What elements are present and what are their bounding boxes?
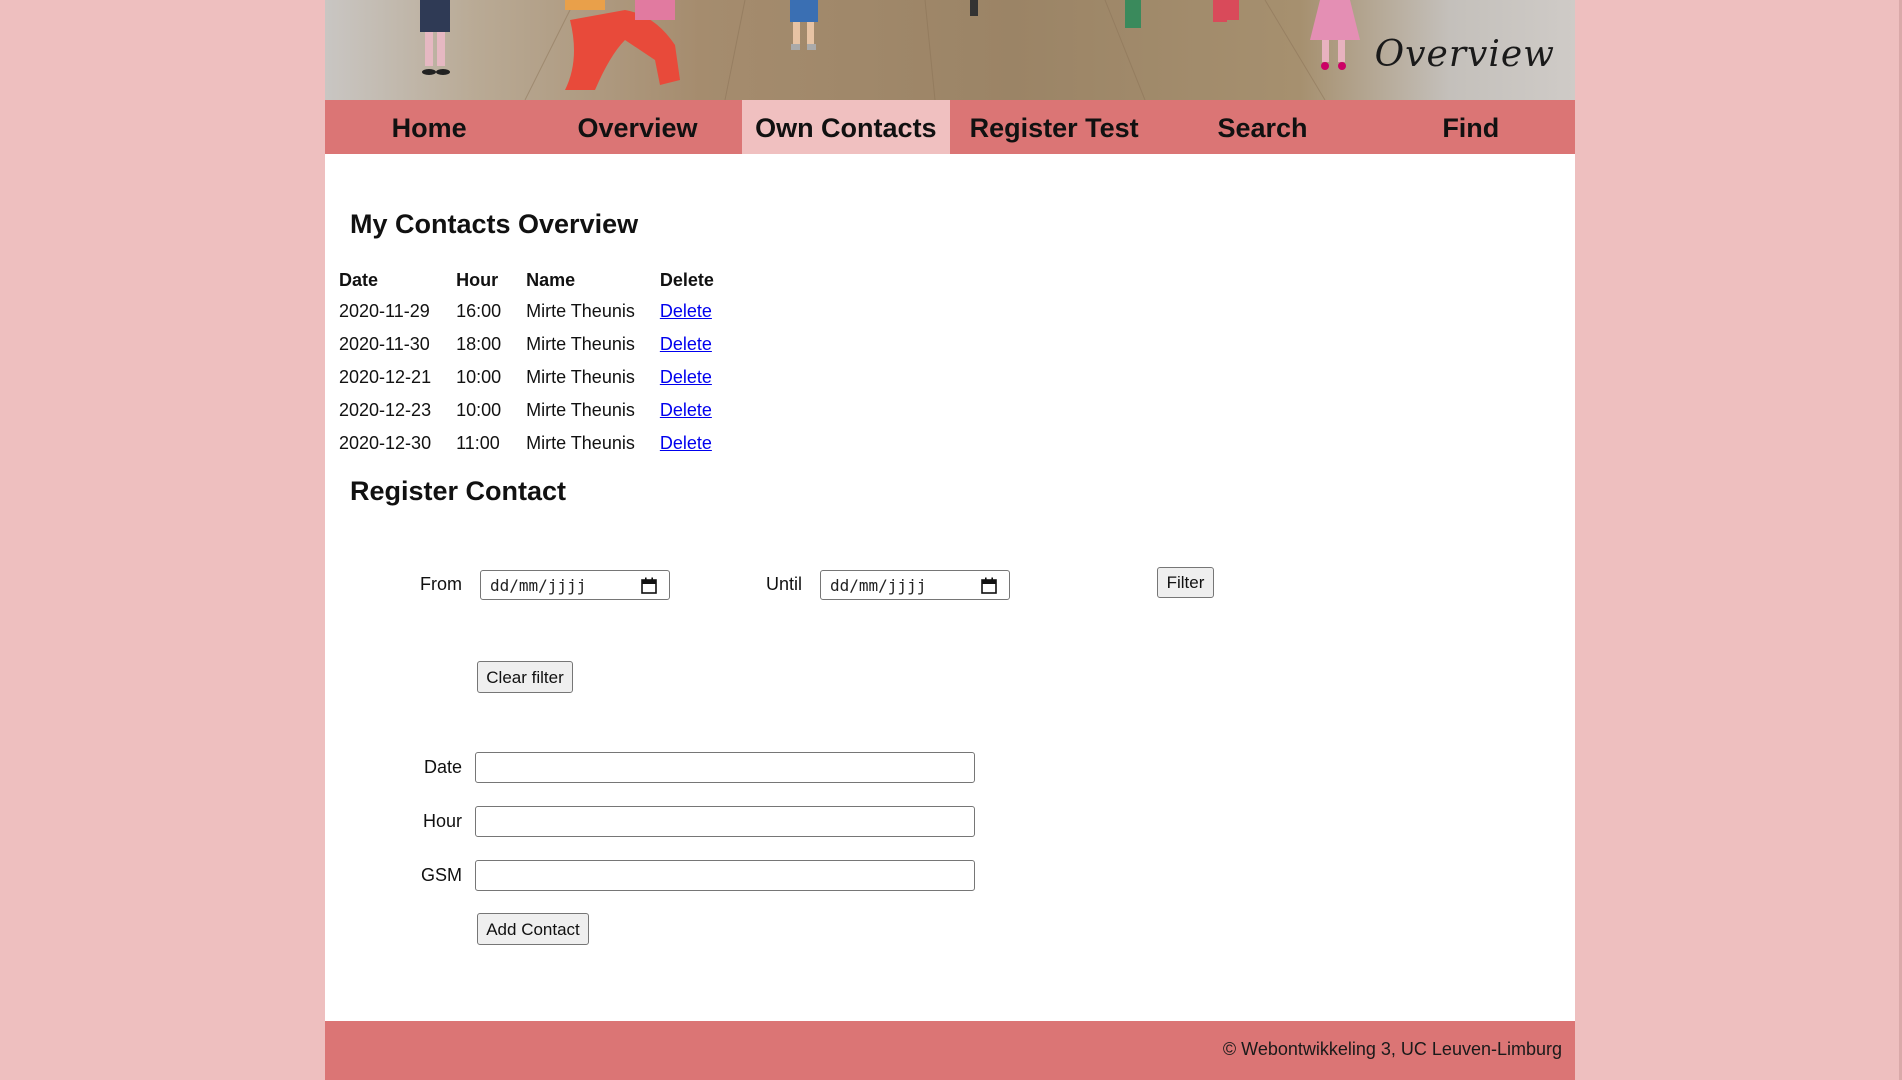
cell-date: 2020-12-21 [339,367,432,387]
table-row: 2020-12-21 10:00 Mirte Theunis Delete [339,361,714,394]
delete-link[interactable]: Delete [660,367,712,387]
child-figure [565,0,680,90]
cell-name: Mirte Theunis [526,301,635,321]
page-container: Overview Home Overview Own Contacts Regi… [325,0,1575,1080]
cell-date: 2020-12-30 [339,433,432,453]
calendar-icon[interactable] [981,577,997,594]
table-row: 2020-12-23 10:00 Mirte Theunis Delete [339,394,714,427]
footer-copyright: © Webontwikkeling 3, UC Leuven-Limburg [1222,1039,1562,1059]
nav-item-register-test[interactable]: Register Test [950,100,1158,154]
cell-name: Mirte Theunis [526,334,635,354]
cell-hour: 16:00 [456,301,502,321]
nav-item-overview[interactable]: Overview [533,100,741,154]
cell-name: Mirte Theunis [526,400,635,420]
column-header-delete: Delete [659,269,714,290]
delete-link[interactable]: Delete [660,334,712,354]
from-date-input[interactable]: dd/mm/jjjj [480,570,670,600]
table-row: 2020-12-30 11:00 Mirte Theunis Delete [339,427,714,460]
cell-date: 2020-12-23 [339,400,432,420]
table-row: 2020-11-30 18:00 Mirte Theunis Delete [339,328,714,361]
delete-link[interactable]: Delete [660,433,712,453]
date-label: Date [424,757,463,777]
hour-field[interactable] [475,806,975,837]
clear-filter-button[interactable]: Clear filter [477,661,573,693]
gsm-label: GSM [421,865,463,885]
nav-item-home[interactable]: Home [325,100,533,154]
nav-item-search[interactable]: Search [1158,100,1366,154]
register-heading: Register Contact [350,476,567,506]
child-figure [1310,0,1360,70]
nav-item-own-contacts[interactable]: Own Contacts [741,100,950,154]
hour-label: Hour [423,811,463,831]
cell-hour: 10:00 [456,400,502,420]
contacts-table: Date Hour Name Delete 2020-11-29 16:00 M… [339,265,714,460]
header-banner: Overview [325,0,1575,100]
nav-item-find[interactable]: Find [1367,100,1575,154]
until-date-input[interactable]: dd/mm/jjjj [820,570,1010,600]
cell-date: 2020-11-29 [339,301,430,321]
calendar-icon[interactable] [641,577,657,594]
from-date-placeholder: dd/mm/jjjj [490,576,587,595]
table-row: 2020-11-29 16:00 Mirte Theunis Delete [339,295,714,328]
banner-title: Overview [1374,34,1555,75]
child-figure [790,0,818,50]
from-label: From [420,574,462,594]
table-header-row: Date Hour Name Delete [339,265,714,295]
child-figure [970,0,1239,28]
contacts-heading: My Contacts Overview [350,209,639,239]
add-contact-button[interactable]: Add Contact [477,913,589,945]
child-figure [420,0,450,75]
date-field[interactable] [475,752,975,783]
cell-hour: 11:00 [456,433,500,453]
cell-name: Mirte Theunis [526,433,635,453]
until-date-placeholder: dd/mm/jjjj [830,576,927,595]
footer: © Webontwikkeling 3, UC Leuven-Limburg [325,1021,1575,1080]
until-label: Until [766,574,803,594]
gsm-field[interactable] [475,860,975,891]
cell-hour: 10:00 [456,367,502,387]
delete-link[interactable]: Delete [660,400,712,420]
delete-link[interactable]: Delete [660,301,712,321]
cell-date: 2020-11-30 [339,334,430,354]
column-header-name: Name [526,269,576,290]
cell-hour: 18:00 [456,334,502,354]
column-header-date: Date [339,269,379,290]
main-nav: Home Overview Own Contacts Register Test… [325,100,1575,154]
filter-button[interactable]: Filter [1157,567,1214,598]
cell-name: Mirte Theunis [526,367,635,387]
column-header-hour: Hour [456,269,499,290]
